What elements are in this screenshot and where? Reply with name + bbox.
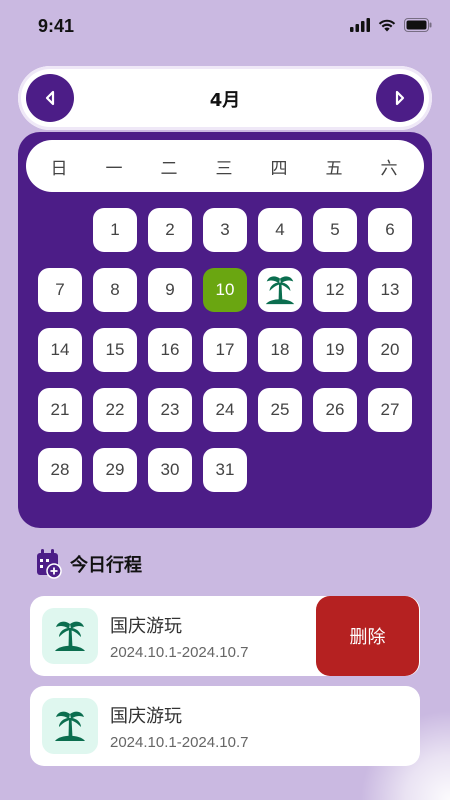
calendar-day[interactable]: 14 <box>38 328 82 372</box>
calendar-day[interactable]: 1 <box>93 208 137 252</box>
status-icons <box>350 18 432 32</box>
event-icon-box <box>42 698 98 754</box>
chevron-right-icon <box>395 90 405 106</box>
delete-button[interactable]: 删除 <box>316 596 419 676</box>
next-month-button[interactable] <box>376 74 424 122</box>
weekday-label: 一 <box>105 159 123 179</box>
wifi-icon <box>378 19 396 32</box>
calendar-day[interactable]: 9 <box>148 268 192 312</box>
calendar-day[interactable]: 16 <box>148 328 192 372</box>
calendar-day[interactable]: 30 <box>148 448 192 492</box>
event-title: 国庆游玩 <box>110 616 182 637</box>
calendar-day[interactable]: 22 <box>93 388 137 432</box>
status-bar: 9:41 <box>0 0 450 56</box>
calendar-day[interactable]: 2 <box>148 208 192 252</box>
weekday-header: 日 一 二 三 四 五 六 <box>26 140 424 192</box>
corner-glow <box>360 710 450 800</box>
month-title: 4月 <box>209 90 241 111</box>
calendar-day-today[interactable]: 10 <box>203 268 247 312</box>
calendar-day[interactable]: 31 <box>203 448 247 492</box>
schedule-title: 今日行程 <box>70 555 142 576</box>
calendar-day[interactable]: 25 <box>258 388 302 432</box>
calendar-day[interactable]: 20 <box>368 328 412 372</box>
calendar-day[interactable]: 12 <box>313 268 357 312</box>
event-icon-box <box>42 608 98 664</box>
battery-icon <box>404 18 432 32</box>
calendar-add-icon <box>37 549 62 579</box>
calendar-day[interactable]: 27 <box>368 388 412 432</box>
weekday-label: 四 <box>270 159 288 179</box>
calendar-day[interactable]: 7 <box>38 268 82 312</box>
event-title: 国庆游玩 <box>110 706 182 727</box>
calendar-day[interactable]: 15 <box>93 328 137 372</box>
calendar-day[interactable]: 13 <box>368 268 412 312</box>
palm-tree-icon <box>55 711 85 741</box>
calendar-grid: 日 一 二 三 四 五 六 1 2 3 4 5 6 7 8 9 10 12 13 14 15 16 17 18 1… <box>18 132 432 528</box>
calendar-day[interactable]: 4 <box>258 208 302 252</box>
weekday-label: 三 <box>215 159 233 179</box>
status-time: 9:41 <box>38 16 75 36</box>
cellular-signal-icon <box>350 18 370 32</box>
weekday-label: 五 <box>325 159 343 179</box>
month-header: 4月 <box>18 66 432 130</box>
calendar-day[interactable]: 28 <box>38 448 82 492</box>
calendar-day[interactable]: 5 <box>313 208 357 252</box>
calendar-day[interactable]: 26 <box>313 388 357 432</box>
calendar-day[interactable]: 23 <box>148 388 192 432</box>
calendar-day[interactable]: 6 <box>368 208 412 252</box>
weekday-label: 日 <box>50 159 68 179</box>
event-dates: 2024.10.1-2024.10.7 <box>110 644 249 661</box>
calendar-day[interactable]: 24 <box>203 388 247 432</box>
schedule-header: 今日行程 <box>36 548 142 580</box>
calendar-day[interactable]: 3 <box>203 208 247 252</box>
calendar-day[interactable]: 17 <box>203 328 247 372</box>
palm-tree-icon <box>263 273 297 307</box>
calendar-day[interactable]: 19 <box>313 328 357 372</box>
calendar-day-event[interactable] <box>258 268 302 312</box>
calendar-day[interactable]: 18 <box>258 328 302 372</box>
weekday-label: 六 <box>380 159 398 179</box>
weekday-label: 二 <box>160 159 178 179</box>
calendar-day[interactable]: 8 <box>93 268 137 312</box>
calendar-day[interactable]: 29 <box>93 448 137 492</box>
calendar-day[interactable]: 21 <box>38 388 82 432</box>
event-dates: 2024.10.1-2024.10.7 <box>110 734 249 751</box>
palm-tree-icon <box>55 621 85 651</box>
